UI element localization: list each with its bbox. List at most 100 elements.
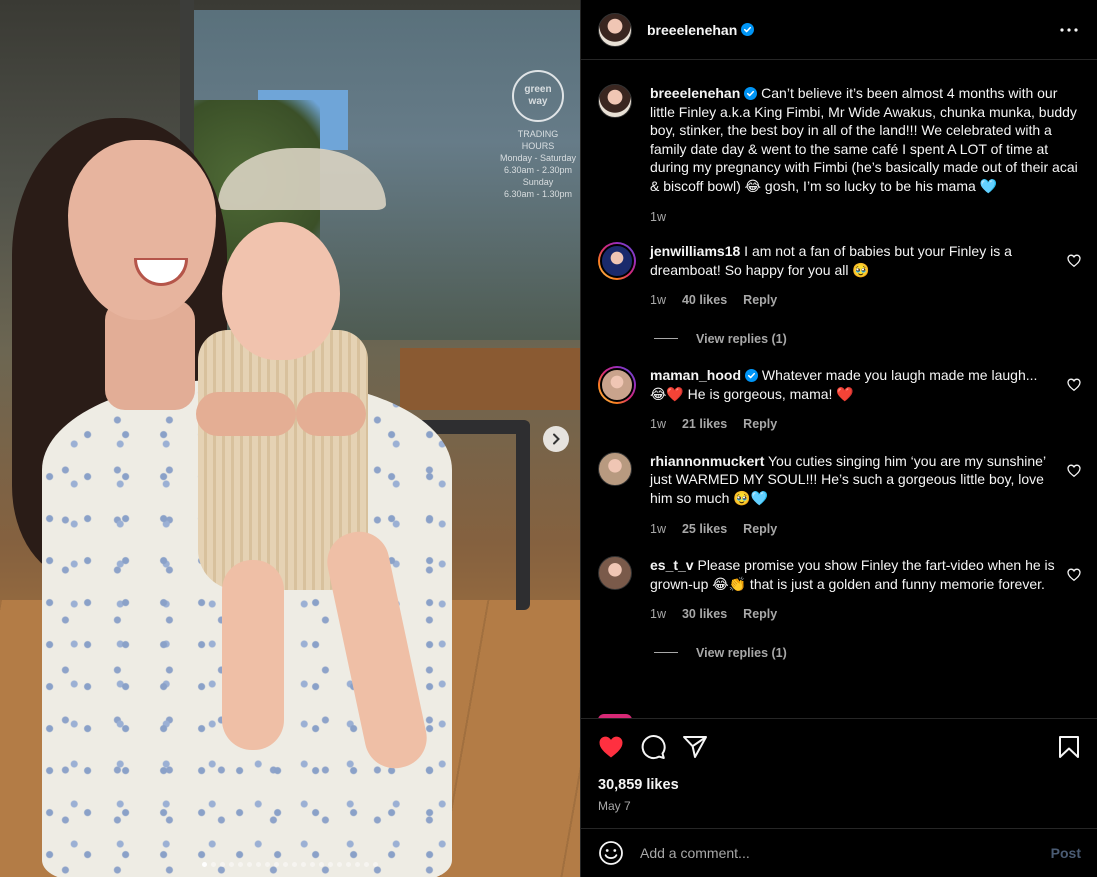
carousel-next-button[interactable] [543,426,569,452]
comment-username[interactable]: maman_hood [650,367,741,383]
bookmark-icon [1059,736,1079,758]
cafe-sign-line: 6.30am - 2.30pm [503,165,573,175]
carousel-dot [328,862,333,867]
woman-hand [196,392,296,436]
carousel-dot [211,862,216,867]
comment-age[interactable]: 1w [650,605,666,624]
reply-button[interactable]: Reply [743,291,777,310]
cafe-sign-line: HOURS [521,141,555,151]
comment-button[interactable] [640,734,666,760]
comment-username[interactable]: rhiannonmuckert [650,453,764,469]
comment-icon [641,735,666,759]
like-button[interactable] [598,735,624,759]
caption-age[interactable]: 1w [650,208,666,227]
post-comment-button[interactable]: Post [1051,845,1081,861]
carousel-dot [310,862,315,867]
comment-meta: 1w 25 likes Reply [650,520,1055,539]
comment-avatar-ring[interactable] [598,242,636,281]
cafe-sign-badge: green way [512,70,564,122]
cafe-sign-line: 6.30am - 1.30pm [503,189,573,199]
carousel-dot [292,862,297,867]
verified-badge-icon [744,87,758,100]
reply-button[interactable]: Reply [743,520,777,539]
carousel-dot [373,862,378,867]
send-icon [683,736,707,758]
caption-meta: 1w [650,208,1081,227]
comment-age[interactable]: 1w [650,415,666,434]
share-button[interactable] [682,735,708,759]
comment-like-count[interactable]: 25 likes [682,520,727,539]
post-date: May 7 [598,799,631,813]
comment-item: es_t_v Please promise you show Finley th… [598,556,1081,624]
heart-outline-icon[interactable] [1067,254,1081,268]
comment-like-count[interactable]: 30 likes [682,605,727,624]
add-comment-bar: Post [581,828,1097,877]
post-photo[interactable]: green way TRADING HOURS Monday - Saturda… [0,0,580,877]
comment-item: jenwilliams18 I am not a fan of babies b… [598,242,1081,310]
carousel-dot [247,862,252,867]
comment-like-count[interactable]: 21 likes [682,415,727,434]
verified-badge-icon [745,368,759,382]
comment-body: Please promise you show Finley the fart-… [650,557,1055,592]
woman-hand [296,392,366,436]
view-replies-button[interactable]: View replies (1) [654,646,1081,660]
caption-body: Can’t believe it’s been almost 4 months … [650,85,1078,194]
like-count[interactable]: 30,859 likes [598,777,1080,793]
author-avatar[interactable] [598,84,632,118]
caption: breeelenehan Can’t believe it’s been alm… [598,84,1081,226]
heart-outline-icon[interactable] [1067,378,1081,392]
comment-like-count[interactable]: 40 likes [682,291,727,310]
baby-head [222,222,340,360]
carousel-dot [229,862,234,867]
reply-button[interactable]: Reply [743,605,777,624]
comment-avatar[interactable] [598,451,632,486]
comment-input[interactable] [640,845,1051,861]
carousel-dot [301,862,306,867]
comment-meta: 1w 40 likes Reply [650,291,1055,310]
comment-meta: 1w 30 likes Reply [650,605,1055,624]
heart-outline-icon[interactable] [1067,464,1081,478]
caption-text: breeelenehan Can’t believe it’s been alm… [650,84,1081,196]
save-button[interactable] [1058,735,1080,759]
carousel-dot [283,862,288,867]
carousel-dot [202,862,207,867]
reply-button[interactable]: Reply [743,415,777,434]
emoji-button[interactable] [598,840,624,866]
comment-text: es_t_v Please promise you show Finley th… [650,556,1055,593]
cafe-sign: green way TRADING HOURS Monday - Saturda… [496,70,580,250]
view-replies-label: View replies (1) [696,331,787,346]
comment-username[interactable]: es_t_v [650,557,694,573]
comment-avatar-ring[interactable] [598,365,636,404]
carousel-dots [0,862,580,867]
comment-avatar[interactable] [598,556,632,591]
comment-avatar [600,367,634,402]
replies-line [654,338,678,340]
carousel-dot [346,862,351,867]
caption-username[interactable]: breeelenehan [650,85,740,101]
more-horizontal-icon [1060,27,1078,32]
replies-line [654,652,678,654]
comment-item: maman_hood Whatever made you laugh made … [598,365,1081,434]
author-username[interactable]: breeelenehan [647,22,737,38]
comment-avatar [600,244,634,279]
chevron-right-icon [553,433,560,445]
comment-text: rhiannonmuckert You cuties singing him ‘… [650,452,1055,508]
cafe-sign-line: TRADING [517,129,559,139]
carousel-dot [220,862,225,867]
comments-list[interactable]: breeelenehan Can’t believe it’s been alm… [581,60,1097,718]
view-replies-button[interactable]: View replies (1) [654,332,1081,346]
heart-outline-icon[interactable] [1067,568,1081,582]
comment-item: rhiannonmuckert You cuties singing him ‘… [598,451,1081,539]
comment-age[interactable]: 1w [650,520,666,539]
carousel-dot [364,862,369,867]
emoji-icon [599,841,623,865]
carousel-dot [256,862,261,867]
author-avatar[interactable] [598,12,632,47]
more-options-button[interactable] [1057,18,1081,42]
comment-age[interactable]: 1w [650,291,666,310]
comment-meta: 1w 21 likes Reply [650,415,1055,434]
comment-username[interactable]: jenwilliams18 [650,243,740,259]
post-header: breeelenehan [581,0,1097,60]
cafe-sign-line: Monday - Saturday [499,153,577,163]
carousel-dot [238,862,243,867]
